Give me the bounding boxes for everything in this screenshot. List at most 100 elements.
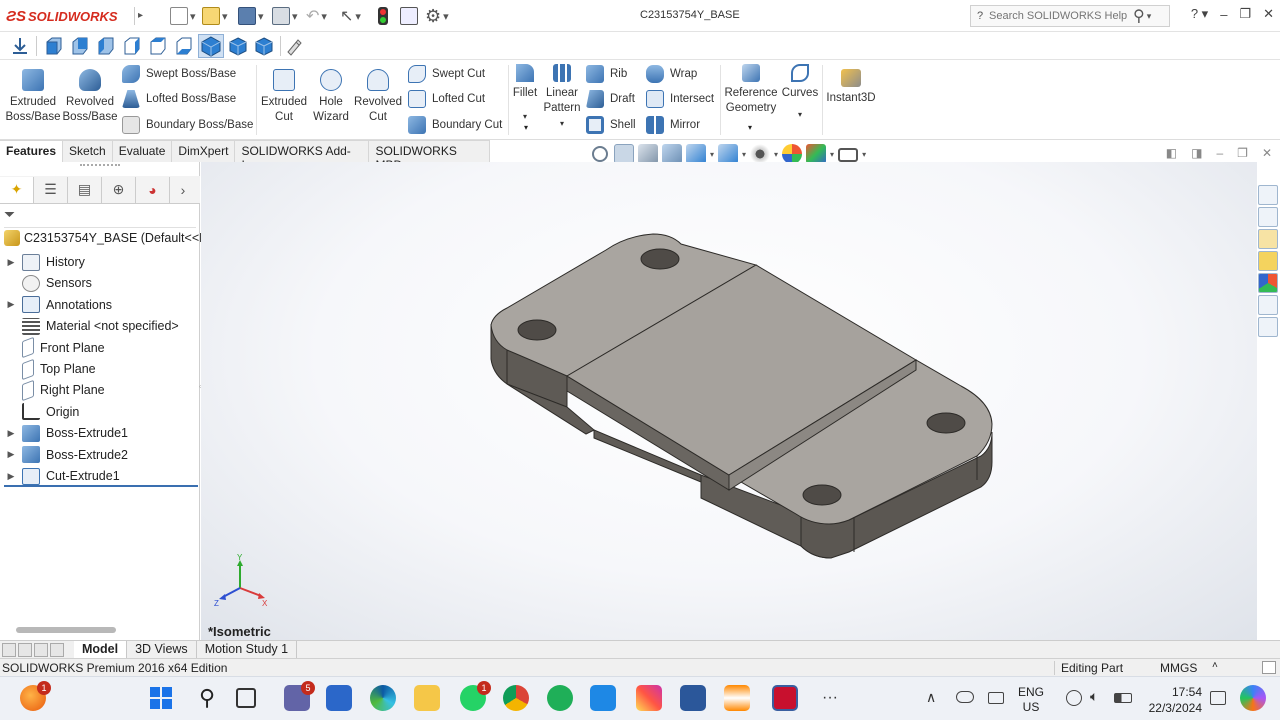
edit-appearance-icon[interactable] (782, 144, 803, 164)
remote-desktop-icon[interactable] (590, 685, 616, 711)
dimetric-view-icon[interactable] (254, 36, 274, 56)
expand-arrow-icon[interactable]: ▶ (4, 257, 18, 268)
solidworks-logo[interactable]: ƧS SOLIDWORKS (6, 5, 118, 27)
undo-button[interactable]: ↶ ▾ (306, 6, 327, 26)
hole-wizard-button[interactable]: Hole Wizard (310, 69, 352, 125)
back-view-icon[interactable] (70, 36, 90, 56)
display-style-icon[interactable] (718, 144, 739, 164)
tree-item-cut-extrude1[interactable]: ▶ Cut-Extrude1 (4, 466, 120, 486)
tree-item-right-plane[interactable]: Right Plane (4, 379, 105, 402)
network-globe-icon[interactable] (1066, 690, 1082, 706)
viewport-close-icon[interactable]: ✕ (1262, 146, 1272, 160)
apply-scene-icon[interactable] (806, 144, 827, 164)
tree-item-boss-extrude1[interactable]: ▶ Boss-Extrude1 (4, 423, 128, 443)
language-indicator[interactable]: ENG US (1018, 685, 1044, 715)
view-palette-icon[interactable] (1258, 251, 1278, 271)
tab-3d-views[interactable]: 3D Views (127, 640, 197, 659)
tab-sketch[interactable]: Sketch (63, 140, 113, 162)
part-model[interactable] (201, 162, 1257, 640)
rib-button[interactable]: Rib (586, 64, 627, 84)
rebuild-button[interactable] (378, 6, 388, 26)
volume-icon[interactable]: 🔈︎ (1090, 688, 1098, 705)
fillet-dropdown-icon[interactable]: ▾ (512, 109, 538, 124)
tab-features[interactable]: Features (0, 140, 64, 162)
graphics-area[interactable]: Y X Z (201, 162, 1257, 640)
panel-expand-icon[interactable]: › (170, 177, 196, 203)
solidworks-taskbar-icon[interactable] (772, 685, 798, 711)
start-button-icon[interactable] (148, 685, 174, 711)
file-properties-button[interactable] (400, 6, 418, 26)
solidworks-forum-icon[interactable] (1258, 317, 1278, 337)
save-button[interactable]: ▾ (238, 6, 264, 26)
task-view-icon[interactable] (236, 688, 256, 708)
copilot-icon[interactable] (1240, 685, 1266, 711)
tab-solidworks-add-ins[interactable]: SOLIDWORKS Add-Ins (235, 140, 370, 172)
appearances-icon[interactable] (1258, 273, 1278, 293)
search-taskbar-icon[interactable]: ⚲ (194, 685, 220, 711)
more-apps-icon[interactable]: ··· (822, 689, 838, 707)
shell-button[interactable]: Shell (586, 115, 636, 135)
curves-dropdown-icon[interactable]: ▾ (780, 107, 820, 122)
onedrive-icon[interactable] (956, 691, 974, 703)
search-dropdown-icon[interactable]: ▾ (1147, 11, 1152, 22)
wrap-button[interactable]: Wrap (646, 64, 697, 84)
prev-tab-arrow-icon[interactable] (18, 642, 32, 657)
reference-geometry-button[interactable]: Reference Geometry (724, 64, 778, 116)
open-button[interactable]: ▾ (202, 6, 228, 26)
instagram-icon[interactable] (636, 685, 662, 711)
file-explorer-icon[interactable] (1258, 229, 1278, 249)
clock[interactable]: 17:54 22/3/2024 (1140, 684, 1202, 716)
view-settings-dropdown-icon[interactable]: ▾ (862, 150, 866, 159)
custom-properties-icon[interactable] (1258, 295, 1278, 315)
mirror-button[interactable]: Mirror (646, 115, 700, 135)
viewport-restore-icon[interactable]: ❐ (1237, 146, 1248, 160)
expand-arrow-icon[interactable]: ▶ (4, 299, 18, 310)
isometric-view-icon[interactable] (198, 34, 224, 58)
view-settings-icon[interactable] (838, 148, 859, 162)
left-view-icon[interactable] (96, 36, 116, 56)
property-manager-tab-icon[interactable]: ☰ (34, 176, 68, 203)
lofted-cut-button[interactable]: Lofted Cut (408, 89, 485, 109)
microsoft-store-icon[interactable] (326, 685, 352, 711)
revolved-boss-button[interactable]: Revolved Boss/Base (62, 69, 118, 125)
whatsapp-icon[interactable]: 1 (460, 681, 491, 711)
boundary-cut-button[interactable]: Boundary Cut (408, 115, 502, 135)
expand-arrow-icon[interactable]: ▶ (4, 449, 18, 460)
draft-button[interactable]: Draft (586, 89, 635, 109)
extruded-boss-button[interactable]: Extruded Boss/Base (4, 69, 62, 125)
tile-left-icon[interactable]: ◧ (1166, 146, 1177, 160)
curves-button[interactable]: Curves ▾ (780, 64, 820, 122)
linear-pattern-button[interactable]: Linear Pattern ▾ (540, 64, 584, 131)
tree-root-part[interactable]: C23153754Y_BASE (Default<<D (4, 230, 208, 246)
restore-button[interactable]: ❐ (1239, 6, 1251, 22)
chrome-icon[interactable] (503, 685, 529, 711)
fillet-button[interactable]: Fillet ▾ (512, 64, 538, 124)
tree-item-history[interactable]: ▶ History (4, 252, 85, 272)
bottom-view-icon[interactable] (174, 36, 194, 56)
features-dropdown-icon[interactable]: ▾ (524, 123, 528, 132)
apply-scene-dropdown-icon[interactable]: ▾ (830, 150, 834, 159)
dynamic-annotation-icon[interactable] (686, 144, 706, 164)
rollback-bar[interactable] (4, 485, 198, 487)
next-tab-arrow-icon[interactable] (34, 642, 48, 657)
vlc-icon[interactable] (724, 685, 750, 711)
tree-item-origin[interactable]: Origin (4, 402, 79, 422)
zoom-to-fit-icon[interactable] (592, 146, 608, 162)
expand-arrow-icon[interactable]: ▶ (4, 428, 18, 439)
swept-boss-button[interactable]: Swept Boss/Base (122, 64, 236, 84)
zoom-to-area-icon[interactable] (614, 144, 634, 164)
search-icon[interactable]: ⚲ (1133, 6, 1145, 26)
notification-icon[interactable] (1210, 691, 1226, 705)
top-view-icon[interactable] (148, 36, 168, 56)
configuration-manager-tab-icon[interactable]: ▤ (68, 176, 102, 203)
tab-model[interactable]: Model (74, 640, 128, 659)
battery-icon[interactable] (1114, 693, 1132, 703)
first-tab-arrow-icon[interactable] (2, 642, 16, 657)
instant3d-button[interactable]: Instant3D (824, 69, 878, 106)
tab-evaluate[interactable]: Evaluate (112, 140, 173, 162)
filter-icon[interactable]: ⏷ (4, 206, 196, 228)
tree-item-sensors[interactable]: Sensors (4, 273, 92, 293)
last-tab-arrow-icon[interactable] (50, 642, 64, 657)
hide-show-items-icon[interactable] (750, 144, 771, 164)
options-button[interactable]: ⚙ ▾ (425, 6, 449, 26)
